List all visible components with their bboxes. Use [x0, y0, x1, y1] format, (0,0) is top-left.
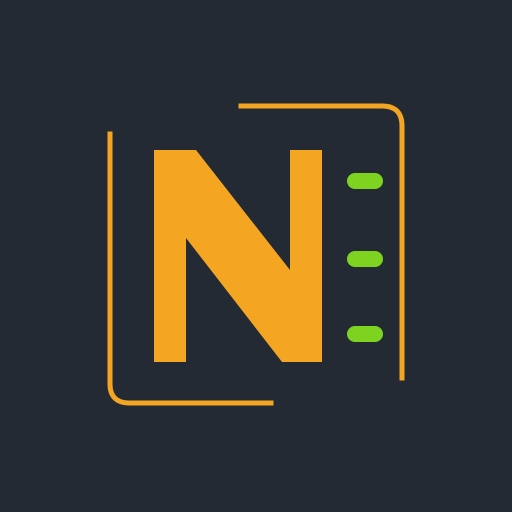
- app-icon: [0, 0, 512, 512]
- letter-n: [154, 150, 322, 362]
- film-dot-middle: [347, 251, 383, 267]
- film-strip-n-logo-icon: [107, 103, 405, 406]
- film-dot-top: [347, 173, 383, 189]
- film-dot-bottom: [347, 326, 383, 342]
